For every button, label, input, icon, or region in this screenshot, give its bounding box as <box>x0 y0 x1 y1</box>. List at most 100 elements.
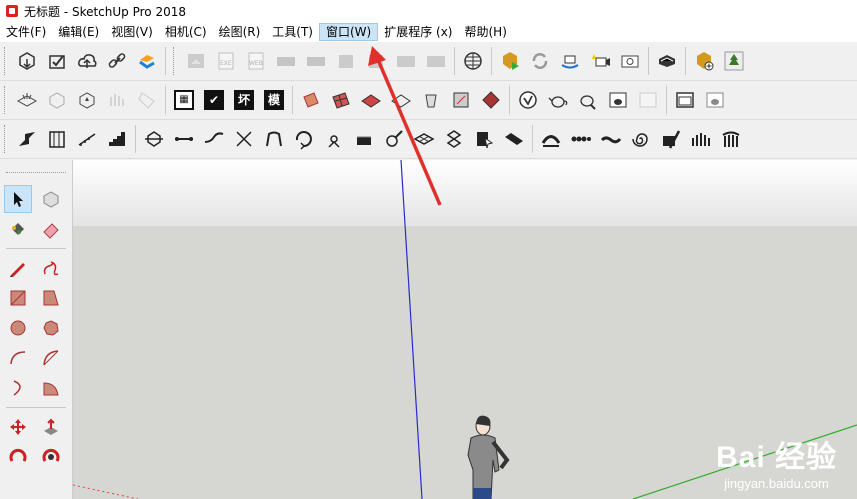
follow-me-icon[interactable] <box>37 443 65 471</box>
scene-load-icon[interactable] <box>361 46 391 76</box>
menu-tools[interactable]: 工具(T) <box>266 23 319 41</box>
spiral-icon[interactable] <box>626 124 656 154</box>
surface-red-icon[interactable] <box>356 85 386 115</box>
paint-bucket-icon[interactable] <box>4 215 32 243</box>
rotated-rectangle-icon[interactable] <box>37 284 65 312</box>
extension-store-icon[interactable] <box>132 46 162 76</box>
camera-orbit-icon[interactable] <box>555 46 585 76</box>
panorama-icon[interactable] <box>391 46 421 76</box>
export-web-icon[interactable]: WEB <box>241 46 271 76</box>
arc-icon[interactable] <box>4 344 32 372</box>
label-mo-icon[interactable]: 模 <box>259 85 289 115</box>
menu-view[interactable]: 视图(V) <box>105 23 159 41</box>
tile-grid-icon[interactable] <box>409 124 439 154</box>
photo-camera-icon[interactable] <box>615 46 645 76</box>
sandbox-contours-icon[interactable] <box>42 85 72 115</box>
arc-edge-icon[interactable] <box>536 124 566 154</box>
share-model-icon[interactable] <box>42 46 72 76</box>
bucket-icon[interactable] <box>416 85 446 115</box>
toolbar-grip[interactable] <box>4 47 8 75</box>
eraser-icon[interactable] <box>37 215 65 243</box>
teapot-frame-icon[interactable] <box>633 85 663 115</box>
import-icon[interactable] <box>181 46 211 76</box>
select-box-icon[interactable] <box>469 124 499 154</box>
uv-map-icon[interactable] <box>446 85 476 115</box>
toolbar-grip[interactable] <box>4 125 8 153</box>
slash-box-icon[interactable] <box>656 124 686 154</box>
upload-cloud-icon[interactable] <box>72 46 102 76</box>
check-mark-icon[interactable]: ✔ <box>199 85 229 115</box>
texture-grid-icon[interactable] <box>326 85 356 115</box>
node-scatter-icon[interactable] <box>319 124 349 154</box>
point-line-icon[interactable] <box>379 124 409 154</box>
rectangle-icon[interactable] <box>4 284 32 312</box>
link-icon[interactable] <box>102 46 132 76</box>
frame-teapot-icon[interactable] <box>700 85 730 115</box>
scatter-arrows-icon[interactable] <box>229 124 259 154</box>
tree-asset-icon[interactable] <box>719 46 749 76</box>
render-start-icon[interactable] <box>495 46 525 76</box>
teapot-hand-icon[interactable] <box>573 85 603 115</box>
model-viewport[interactable]: Bai 经验 jingyan.baidu.com <box>73 160 857 499</box>
stairs-icon[interactable] <box>72 124 102 154</box>
polygon-icon[interactable] <box>37 314 65 342</box>
steps-icon[interactable] <box>102 124 132 154</box>
sandbox-scratch-icon[interactable] <box>12 85 42 115</box>
bend-tool-icon[interactable] <box>199 124 229 154</box>
menu-edit[interactable]: 编辑(E) <box>52 23 105 41</box>
tile-split-icon[interactable] <box>439 124 469 154</box>
railing-icon[interactable] <box>42 124 72 154</box>
teapot-render-icon[interactable] <box>603 85 633 115</box>
frame-buffer-icon[interactable] <box>670 85 700 115</box>
texture-roll-icon[interactable] <box>296 85 326 115</box>
toolbar-grip[interactable] <box>4 86 8 114</box>
tile-fill-icon[interactable] <box>499 124 529 154</box>
video-camera-icon[interactable] <box>585 46 615 76</box>
menu-file[interactable]: 文件(F) <box>0 23 52 41</box>
uv-red-icon[interactable] <box>476 85 506 115</box>
table-grid-icon[interactable]: ▦ <box>169 85 199 115</box>
animation-alt-icon[interactable] <box>301 46 331 76</box>
scene-save-icon[interactable] <box>331 46 361 76</box>
select-arrow-icon[interactable] <box>4 185 32 213</box>
animation-icon[interactable] <box>271 46 301 76</box>
move-icon[interactable] <box>4 413 32 441</box>
chain-dots-icon[interactable] <box>566 124 596 154</box>
menu-extensions[interactable]: 扩展程序 (x) <box>378 23 458 41</box>
circle-icon[interactable] <box>4 314 32 342</box>
vr-headset-icon[interactable] <box>652 46 682 76</box>
rotate-arrow-icon[interactable] <box>289 124 319 154</box>
surface-white-icon[interactable] <box>386 85 416 115</box>
sandbox-smoove-icon[interactable] <box>72 85 102 115</box>
columns-icon[interactable] <box>716 124 746 154</box>
comb-icon[interactable] <box>686 124 716 154</box>
sandbox-stamp-icon[interactable] <box>102 85 132 115</box>
sandbox-drape-icon[interactable] <box>132 85 162 115</box>
menu-help[interactable]: 帮助(H) <box>458 23 512 41</box>
wave-line-icon[interactable] <box>596 124 626 154</box>
render-refresh-icon[interactable] <box>525 46 555 76</box>
arch-tool-icon[interactable] <box>259 124 289 154</box>
stair-ramp-icon[interactable] <box>12 124 42 154</box>
label-huai-icon[interactable]: 坏 <box>229 85 259 115</box>
toolbar-grip[interactable] <box>173 47 177 75</box>
two-point-arc-icon[interactable] <box>37 344 65 372</box>
rotate-icon[interactable] <box>4 443 32 471</box>
menu-draw[interactable]: 绘图(R) <box>213 23 267 41</box>
pie-icon[interactable] <box>37 374 65 402</box>
line-dots-icon[interactable] <box>169 124 199 154</box>
panorama-alt-icon[interactable] <box>421 46 451 76</box>
teapot-icon[interactable] <box>543 85 573 115</box>
pencil-line-icon[interactable] <box>4 254 32 282</box>
three-point-arc-icon[interactable] <box>4 374 32 402</box>
box-extrude-icon[interactable] <box>349 124 379 154</box>
freehand-icon[interactable] <box>37 254 65 282</box>
get-models-icon[interactable] <box>12 46 42 76</box>
export-exe-icon[interactable]: EXE <box>211 46 241 76</box>
web-globe-icon[interactable] <box>458 46 488 76</box>
hand-tool-icon[interactable] <box>139 124 169 154</box>
make-component-icon[interactable] <box>37 185 65 213</box>
render-add-icon[interactable] <box>689 46 719 76</box>
push-pull-icon[interactable] <box>37 413 65 441</box>
palette-grip[interactable] <box>6 172 66 176</box>
